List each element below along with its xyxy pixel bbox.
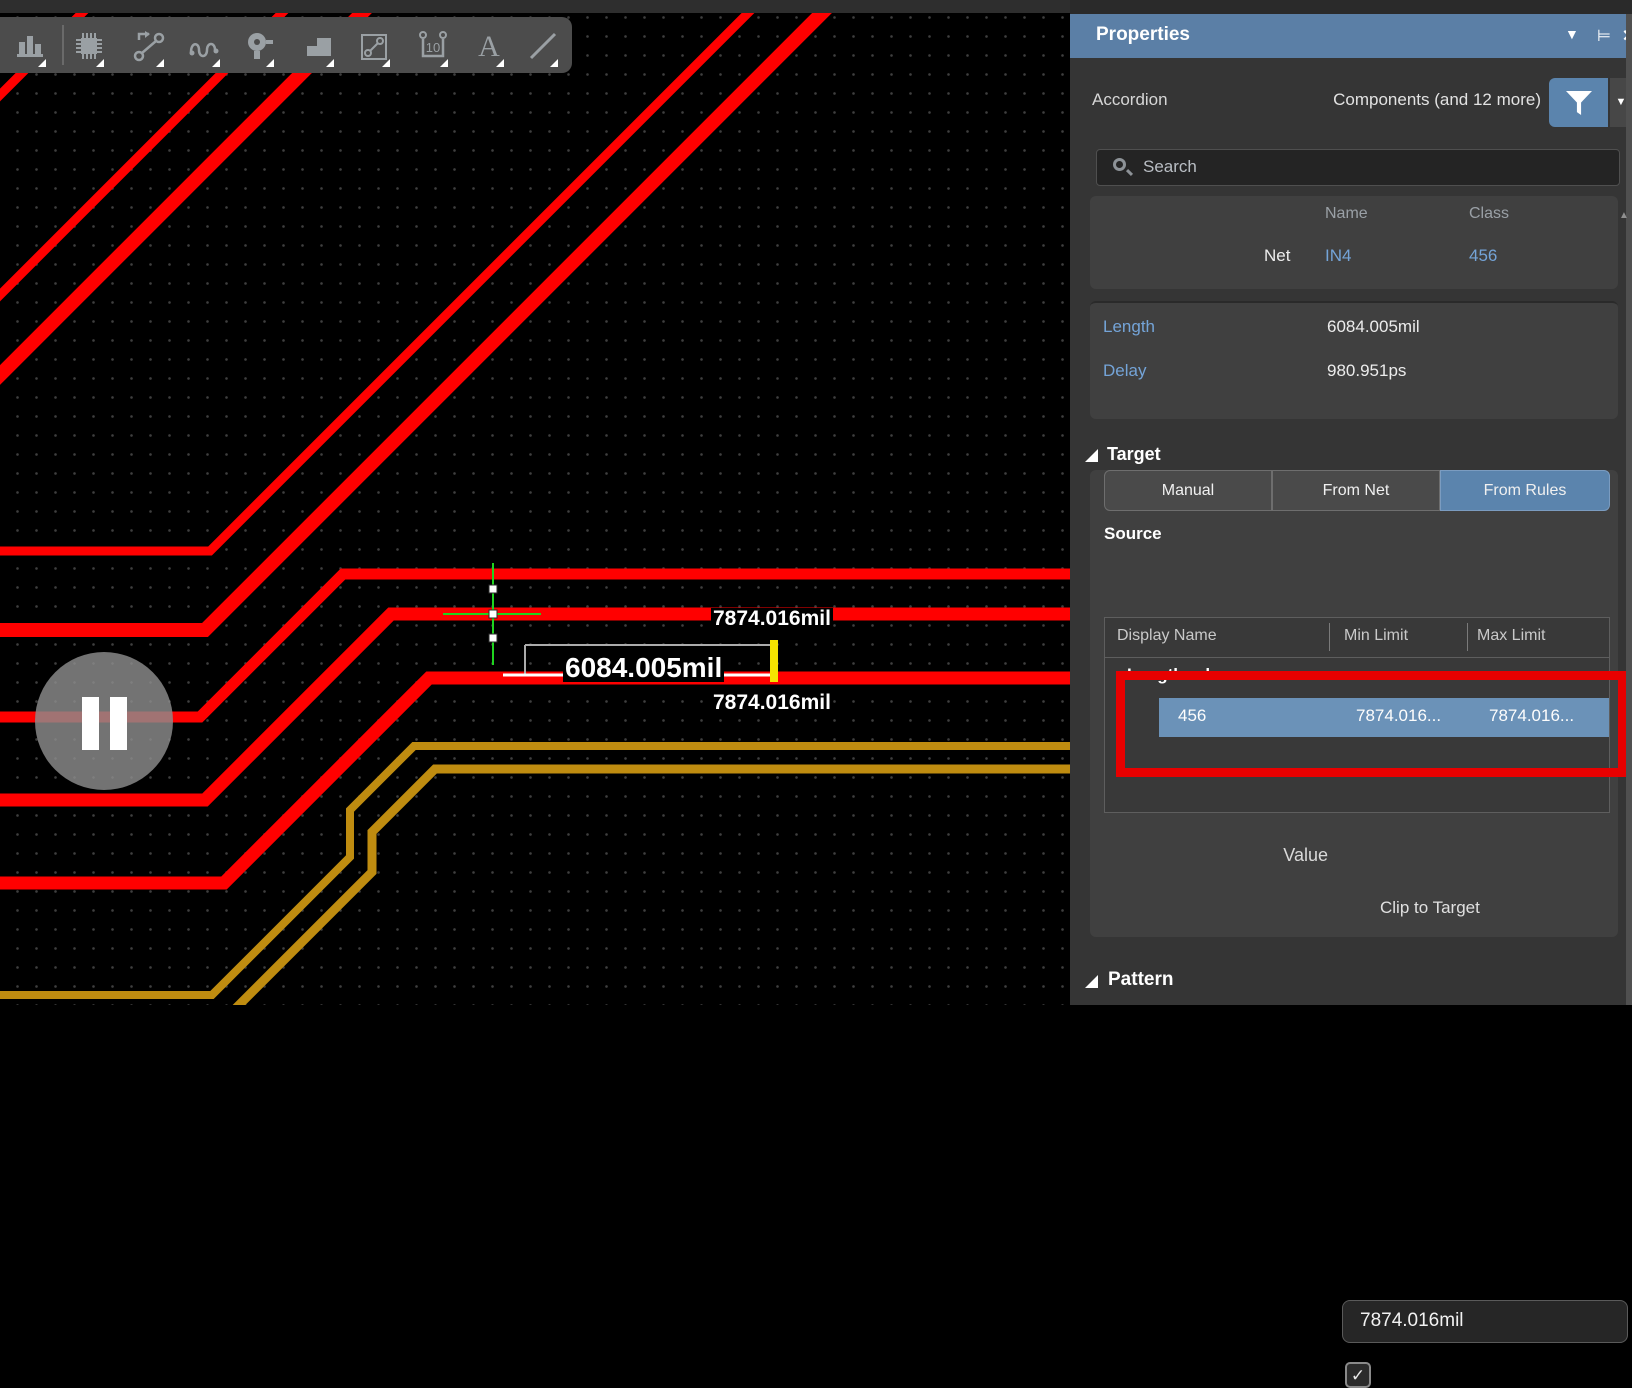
column-separator[interactable] bbox=[1467, 623, 1468, 651]
value-input[interactable]: 7874.016mil bbox=[1342, 1300, 1628, 1343]
measurement-label-max: 7874.016mil bbox=[711, 608, 833, 630]
dropdown-triangle bbox=[440, 59, 448, 67]
search-placeholder: Search bbox=[1143, 157, 1197, 177]
pause-icon bbox=[82, 697, 99, 750]
net-col-name: Name bbox=[1325, 205, 1368, 223]
source-from-rules-button[interactable]: From Rules bbox=[1440, 470, 1610, 511]
histogram-icon[interactable] bbox=[15, 30, 47, 62]
filter-button[interactable] bbox=[1549, 78, 1608, 127]
toolbar-separator bbox=[62, 25, 64, 65]
measure-marker-yellow bbox=[770, 640, 778, 682]
dropdown-triangle bbox=[156, 59, 164, 67]
scroll-arrow-icon[interactable]: ▲ bbox=[1619, 210, 1629, 221]
trace-red-bend-1 bbox=[0, 0, 778, 551]
length-delay-block: Length 6084.005mil Delay 980.951ps bbox=[1090, 301, 1618, 419]
net-col-class: Class bbox=[1469, 205, 1509, 223]
trace-gold-1 bbox=[0, 746, 1070, 995]
search-input[interactable]: Search bbox=[1096, 149, 1620, 186]
dropdown-triangle bbox=[266, 59, 274, 67]
svg-text:A: A bbox=[478, 30, 500, 62]
pcb-traces bbox=[0, 0, 1070, 1005]
net-summary-block: Name Class Net IN4 456 bbox=[1090, 196, 1618, 289]
dropdown-triangle bbox=[96, 59, 104, 67]
value-input-text: 7874.016mil bbox=[1360, 1310, 1464, 1332]
panel-header: Properties ▼ ⊨ ✕ bbox=[1070, 14, 1632, 58]
measurement-label-length: 6084.005mil bbox=[563, 653, 724, 682]
table-col-max-limit[interactable]: Max Limit bbox=[1477, 627, 1545, 645]
dropdown-triangle bbox=[382, 59, 390, 67]
clip-to-target-label: Clip to Target bbox=[1380, 898, 1480, 918]
net-class-link[interactable]: 456 bbox=[1469, 246, 1497, 266]
measurement-label-min: 7874.016mil bbox=[711, 692, 833, 714]
accordion-label[interactable]: Accordion bbox=[1092, 90, 1168, 110]
via-icon[interactable] bbox=[243, 30, 275, 62]
annotation-highlight-rect bbox=[1116, 671, 1627, 777]
pcb-canvas[interactable]: 7874.016mil 6084.005mil 7874.016mil bbox=[0, 0, 1070, 1005]
length-value: 6084.005mil bbox=[1327, 317, 1420, 337]
vertex-handle bbox=[489, 634, 497, 642]
collapse-caret-icon[interactable]: ▼ bbox=[1565, 26, 1579, 42]
trace-red-bend-2 bbox=[0, 0, 858, 630]
dropdown-triangle bbox=[550, 59, 558, 67]
value-label: Value bbox=[1200, 845, 1328, 866]
dropdown-triangle bbox=[212, 59, 220, 67]
dropdown-triangle bbox=[496, 59, 504, 67]
text-string-icon[interactable]: A bbox=[473, 30, 505, 62]
dropdown-triangle bbox=[38, 59, 46, 67]
column-separator[interactable] bbox=[1329, 623, 1330, 651]
dimension-icon[interactable] bbox=[359, 30, 391, 62]
delay-value: 980.951ps bbox=[1327, 361, 1406, 381]
route-icon[interactable] bbox=[133, 30, 165, 62]
polygon-pour-icon[interactable] bbox=[303, 30, 335, 62]
line-icon[interactable] bbox=[527, 30, 559, 62]
properties-panel: Properties ▼ ⊨ ✕ Accordion Components (a… bbox=[1070, 0, 1632, 1005]
length-link[interactable]: Length bbox=[1103, 317, 1155, 337]
pin-icon[interactable]: ⊨ bbox=[1597, 26, 1611, 46]
panel-scrollbar[interactable] bbox=[1626, 14, 1632, 1005]
ordinal-counter-icon[interactable]: 10 bbox=[417, 30, 449, 62]
source-from-net-button[interactable]: From Net bbox=[1272, 470, 1440, 511]
net-row-label: Net bbox=[1264, 246, 1290, 266]
pcb-toolbar: 10 A bbox=[0, 17, 572, 73]
section-collapse-icon[interactable] bbox=[1085, 975, 1098, 988]
panel-title: Properties bbox=[1096, 24, 1190, 46]
dropdown-triangle bbox=[326, 59, 334, 67]
source-label: Source bbox=[1104, 524, 1162, 544]
filter-scope-label[interactable]: Components (and 12 more) bbox=[1230, 90, 1541, 110]
section-collapse-icon[interactable] bbox=[1085, 449, 1098, 462]
target-section-header[interactable]: Target bbox=[1107, 444, 1161, 465]
table-header-divider bbox=[1105, 657, 1609, 658]
vertex-handle bbox=[489, 610, 497, 618]
vertex-handle bbox=[489, 585, 497, 593]
source-manual-button[interactable]: Manual bbox=[1104, 470, 1272, 511]
delay-link[interactable]: Delay bbox=[1103, 361, 1146, 381]
meander-tune-icon[interactable] bbox=[189, 30, 221, 62]
pause-overlay-button[interactable] bbox=[35, 652, 173, 790]
search-icon bbox=[1113, 158, 1126, 171]
table-col-min-limit[interactable]: Min Limit bbox=[1344, 627, 1408, 645]
table-col-display-name[interactable]: Display Name bbox=[1117, 627, 1217, 645]
clip-to-target-checkbox[interactable]: ✓ bbox=[1345, 1362, 1371, 1388]
window-top-strip bbox=[0, 0, 1070, 13]
pause-icon bbox=[110, 697, 127, 750]
net-name-link[interactable]: IN4 bbox=[1325, 246, 1351, 266]
panel-top-strip bbox=[1070, 0, 1632, 14]
funnel-icon bbox=[1566, 91, 1592, 115]
svg-text:10: 10 bbox=[426, 40, 440, 55]
pattern-section-header[interactable]: Pattern bbox=[1108, 969, 1173, 991]
component-chip-icon[interactable] bbox=[73, 30, 105, 62]
